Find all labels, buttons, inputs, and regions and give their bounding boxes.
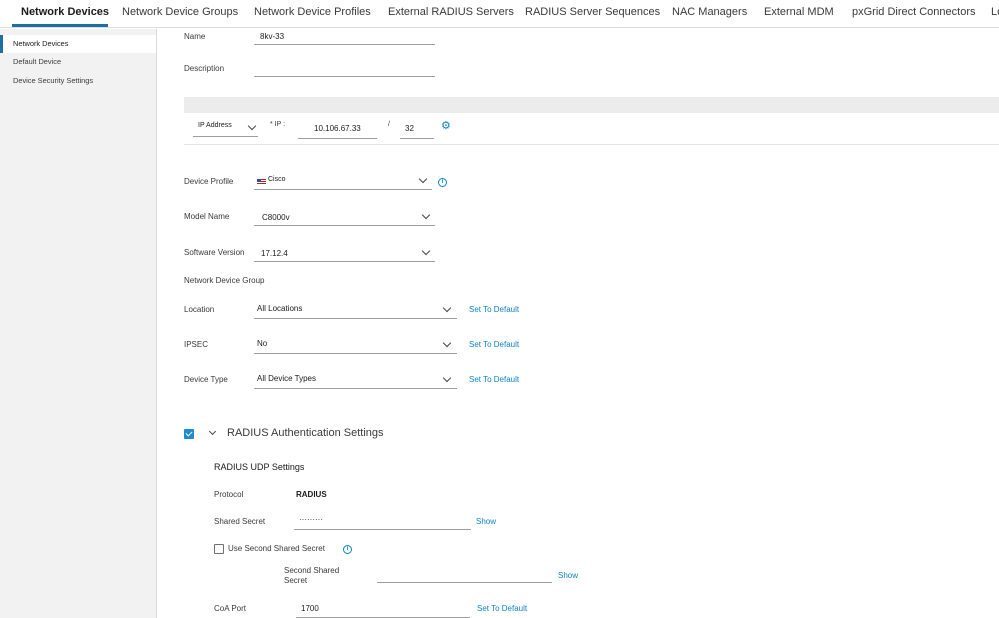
second-shared-secret-label-line2: Secret: [284, 576, 308, 585]
info-icon[interactable]: i: [438, 178, 447, 187]
active-tab-indicator: [12, 24, 108, 27]
chevron-down-icon: [442, 373, 452, 383]
tab-network-devices[interactable]: Network Devices: [21, 6, 109, 18]
top-nav-tabs: Network Devices Network Device Groups Ne…: [0, 0, 999, 28]
ipsec-select[interactable]: No: [254, 336, 457, 354]
location-select[interactable]: All Locations: [254, 301, 457, 319]
model-name-label: Model Name: [184, 212, 230, 221]
device-profile-label: Device Profile: [184, 177, 234, 186]
ip-type-value: IP Address: [198, 122, 232, 129]
tab-external-radius-servers[interactable]: External RADIUS Servers: [388, 6, 514, 18]
chevron-down-icon: [442, 338, 452, 348]
radius-section-title: RADIUS Authentication Settings: [227, 427, 384, 439]
ip-address-input[interactable]: 10.106.67.33: [298, 121, 377, 139]
location-label: Location: [184, 305, 215, 314]
sidebar-item-device-security-settings[interactable]: Device Security Settings: [0, 72, 156, 90]
protocol-label: Protocol: [214, 490, 244, 499]
device-form: Name 8kv-33 Description IP Address * IP …: [157, 29, 999, 618]
coa-port-value: 1700: [301, 604, 319, 613]
info-icon[interactable]: i: [343, 545, 352, 554]
tab-network-device-profiles[interactable]: Network Device Profiles: [254, 6, 371, 18]
tab-network-device-groups[interactable]: Network Device Groups: [122, 6, 238, 18]
second-shared-secret-label-line1: Second Shared: [284, 566, 340, 575]
name-value: 8kv-33: [260, 32, 285, 41]
ip-label: * IP :: [270, 121, 286, 128]
sidebar-item-default-device[interactable]: Default Device: [0, 53, 156, 71]
coa-port-label: CoA Port: [214, 604, 247, 613]
divider: [184, 144, 999, 145]
ip-slash: /: [388, 121, 390, 128]
chevron-down-icon: [442, 303, 452, 313]
use-second-secret-checkbox[interactable]: [214, 544, 224, 554]
shared-secret-input[interactable]: ·········: [294, 512, 471, 530]
model-name-value: C8000v: [262, 213, 290, 222]
ip-address-value: 10.106.67.33: [314, 124, 361, 133]
device-type-value: All Device Types: [257, 374, 316, 383]
ipsec-label: IPSEC: [184, 340, 209, 349]
shared-secret-show-link[interactable]: Show: [476, 517, 496, 526]
device-type-label: Device Type: [184, 375, 228, 384]
shared-secret-value: ·········: [299, 515, 323, 524]
software-version-label: Software Version: [184, 248, 245, 257]
use-second-secret-label: Use Second Shared Secret: [228, 544, 325, 553]
chevron-down-icon: [247, 121, 257, 131]
chevron-down-icon: [418, 174, 428, 184]
protocol-value: RADIUS: [296, 490, 327, 499]
tab-pxgrid-direct-connectors[interactable]: pxGrid Direct Connectors: [852, 6, 976, 18]
model-name-select[interactable]: C8000v: [254, 208, 435, 226]
ip-type-select[interactable]: IP Address: [193, 119, 258, 137]
tab-radius-server-sequences[interactable]: RADIUS Server Sequences: [525, 6, 660, 18]
shared-secret-label: Shared Secret: [214, 517, 266, 526]
ipsec-value: No: [257, 339, 268, 348]
radius-auth-checkbox[interactable]: [184, 429, 194, 439]
sidebar-item-network-devices[interactable]: Network Devices: [0, 35, 156, 53]
ip-mask-value: 32: [405, 124, 414, 133]
coa-port-input[interactable]: 1700: [296, 600, 470, 618]
location-value: All Locations: [257, 304, 303, 313]
software-version-select[interactable]: 17.12.4: [254, 244, 435, 262]
software-version-value: 17.12.4: [261, 249, 288, 258]
second-shared-secret-input[interactable]: [377, 565, 552, 583]
sidebar: Network Devices Default Device Device Se…: [0, 29, 157, 618]
ip-section-header: [184, 97, 999, 113]
name-input[interactable]: 8kv-33: [254, 27, 435, 45]
cisco-logo-icon: [257, 179, 266, 185]
name-label: Name: [184, 32, 206, 41]
chevron-down-icon: [421, 210, 431, 220]
chevron-down-icon[interactable]: [208, 427, 217, 436]
location-set-default-link[interactable]: Set To Default: [469, 305, 519, 314]
description-label: Description: [184, 64, 225, 73]
second-secret-show-link[interactable]: Show: [558, 571, 578, 580]
radius-udp-settings-title: RADIUS UDP Settings: [214, 462, 305, 472]
device-profile-value: Cisco: [268, 176, 286, 183]
ipsec-set-default-link[interactable]: Set To Default: [469, 340, 519, 349]
description-input[interactable]: [254, 59, 435, 77]
device-profile-select[interactable]: Cisco: [254, 172, 432, 190]
device-type-select[interactable]: All Device Types: [254, 371, 457, 389]
tab-external-mdm[interactable]: External MDM: [764, 6, 834, 18]
ip-mask-input[interactable]: 32: [400, 121, 434, 139]
network-device-group-label: Network Device Group: [184, 276, 265, 285]
coa-port-set-default-link[interactable]: Set To Default: [477, 604, 527, 613]
chevron-down-icon: [421, 246, 431, 256]
tab-nac-managers[interactable]: NAC Managers: [672, 6, 747, 18]
device-type-set-default-link[interactable]: Set To Default: [469, 375, 519, 384]
gear-icon[interactable]: ⚙: [441, 121, 451, 132]
tab-overflow[interactable]: Lo: [991, 6, 999, 18]
